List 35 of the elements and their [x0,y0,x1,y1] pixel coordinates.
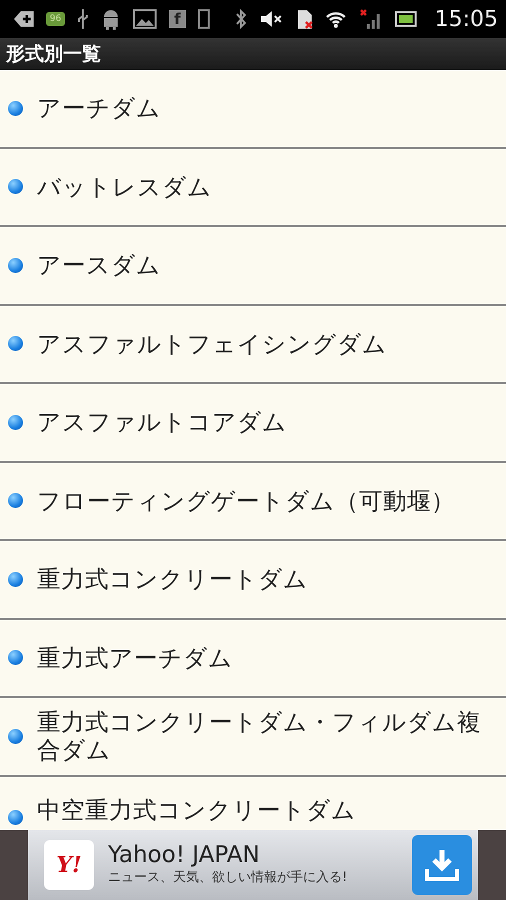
download-button[interactable] [412,835,472,895]
bullet-icon [8,572,23,587]
bluetooth-icon [234,8,248,30]
bullet-icon [8,810,23,824]
bullet-icon [8,179,23,194]
app-logo: Y! [44,840,94,890]
usb-icon [77,8,90,30]
list-item[interactable]: フローティングゲートダム（可動堰） [0,462,506,541]
android-icon [101,8,121,30]
image-icon [132,9,156,29]
bullet-icon [8,728,23,744]
list-item[interactable]: バットレスダム [0,148,506,227]
clock: 15:05 [434,6,498,34]
ad-title: Yahoo! JAPAN [108,842,261,868]
bullet-icon [8,258,23,273]
list-item[interactable]: 中空重力式コンクリートダム [0,776,506,824]
facebook-icon: f [168,10,186,28]
bullet-icon [8,414,23,430]
ad-banner[interactable]: Y! Yahoo! JAPAN ニュース、天気、欲しい情報が手に入る! [28,830,478,900]
sim-card-icon [296,8,314,30]
bullet-icon [8,336,23,352]
list-item[interactable]: 重力式アーチダム [0,620,506,698]
bullet-icon [8,650,23,666]
wifi-icon [325,9,348,29]
download-icon [424,847,460,883]
phone-icon [198,9,210,29]
ad-subtitle: ニュース、天気、欲しい情報が手に入る! [108,868,348,887]
battery-icon [394,11,417,27]
bullet-icon [8,100,23,116]
battery-badge: 96 [46,12,66,26]
plus-tag-icon [14,9,34,29]
muted-speaker-icon [260,9,284,29]
bullet-icon [8,493,23,508]
screen-title: 形式別一覧 [0,38,506,70]
list-item[interactable]: アスファルトフェイシングダム [0,306,506,384]
